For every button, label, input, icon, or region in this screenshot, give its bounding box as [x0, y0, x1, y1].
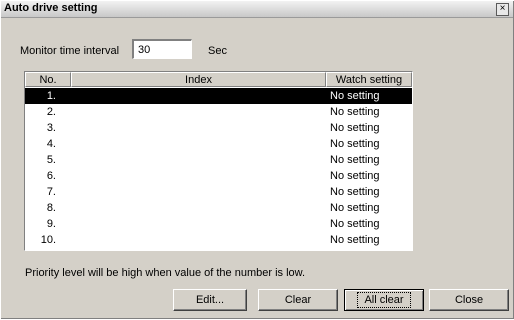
- table-row[interactable]: 10. No setting: [25, 232, 412, 248]
- table-row[interactable]: 7. No setting: [25, 184, 412, 200]
- table-row[interactable]: 9. No setting: [25, 216, 412, 232]
- row-number: 3.: [46, 122, 56, 134]
- column-header-watch-setting[interactable]: Watch setting: [326, 72, 412, 87]
- close-icon[interactable]: ×: [496, 3, 509, 16]
- row-number: 9.: [46, 218, 56, 230]
- all-clear-button[interactable]: All clear: [344, 289, 424, 311]
- table-row[interactable]: 2. No setting: [25, 104, 412, 120]
- title-bar[interactable]: Auto drive setting ×: [1, 1, 513, 18]
- row-number: 4.: [46, 138, 56, 150]
- all-clear-label: All clear: [357, 292, 411, 308]
- clear-button[interactable]: Clear: [258, 289, 338, 311]
- row-watch-setting: No setting: [330, 186, 380, 198]
- monitor-interval-label: Monitor time interval: [20, 45, 120, 57]
- row-number: 1.: [46, 90, 56, 102]
- table-row[interactable]: 5. No setting: [25, 152, 412, 168]
- edit-button[interactable]: Edit...: [173, 289, 247, 311]
- column-header-no[interactable]: No.: [25, 72, 71, 87]
- row-number: 8.: [46, 202, 56, 214]
- row-watch-setting: No setting: [330, 154, 380, 166]
- row-number: 7.: [46, 186, 56, 198]
- table-row[interactable]: 6. No setting: [25, 168, 412, 184]
- row-watch-setting: No setting: [330, 90, 380, 102]
- table-row[interactable]: 3. No setting: [25, 120, 412, 136]
- column-header-index[interactable]: Index: [71, 72, 326, 87]
- close-button[interactable]: Close: [429, 289, 509, 311]
- monitor-interval-input[interactable]: [132, 39, 192, 59]
- row-watch-setting: No setting: [330, 234, 380, 246]
- priority-note: Priority level will be high when value o…: [25, 267, 306, 279]
- row-watch-setting: No setting: [330, 202, 380, 214]
- row-watch-setting: No setting: [330, 106, 380, 118]
- row-number: 10.: [40, 234, 56, 246]
- table-row[interactable]: 4. No setting: [25, 136, 412, 152]
- row-number: 2.: [46, 106, 56, 118]
- row-watch-setting: No setting: [330, 218, 380, 230]
- monitor-interval-unit: Sec: [208, 45, 227, 57]
- table-row[interactable]: 1. No setting: [25, 88, 412, 104]
- window-title: Auto drive setting: [4, 2, 98, 14]
- row-watch-setting: No setting: [330, 170, 380, 182]
- watch-list: No. Index Watch setting 1. No setting 2.…: [24, 71, 413, 251]
- row-number: 6.: [46, 170, 56, 182]
- row-watch-setting: No setting: [330, 122, 380, 134]
- row-watch-setting: No setting: [330, 138, 380, 150]
- table-row[interactable]: 8. No setting: [25, 200, 412, 216]
- row-number: 5.: [46, 154, 56, 166]
- auto-drive-setting-dialog: Auto drive setting × Monitor time interv…: [1, 1, 514, 319]
